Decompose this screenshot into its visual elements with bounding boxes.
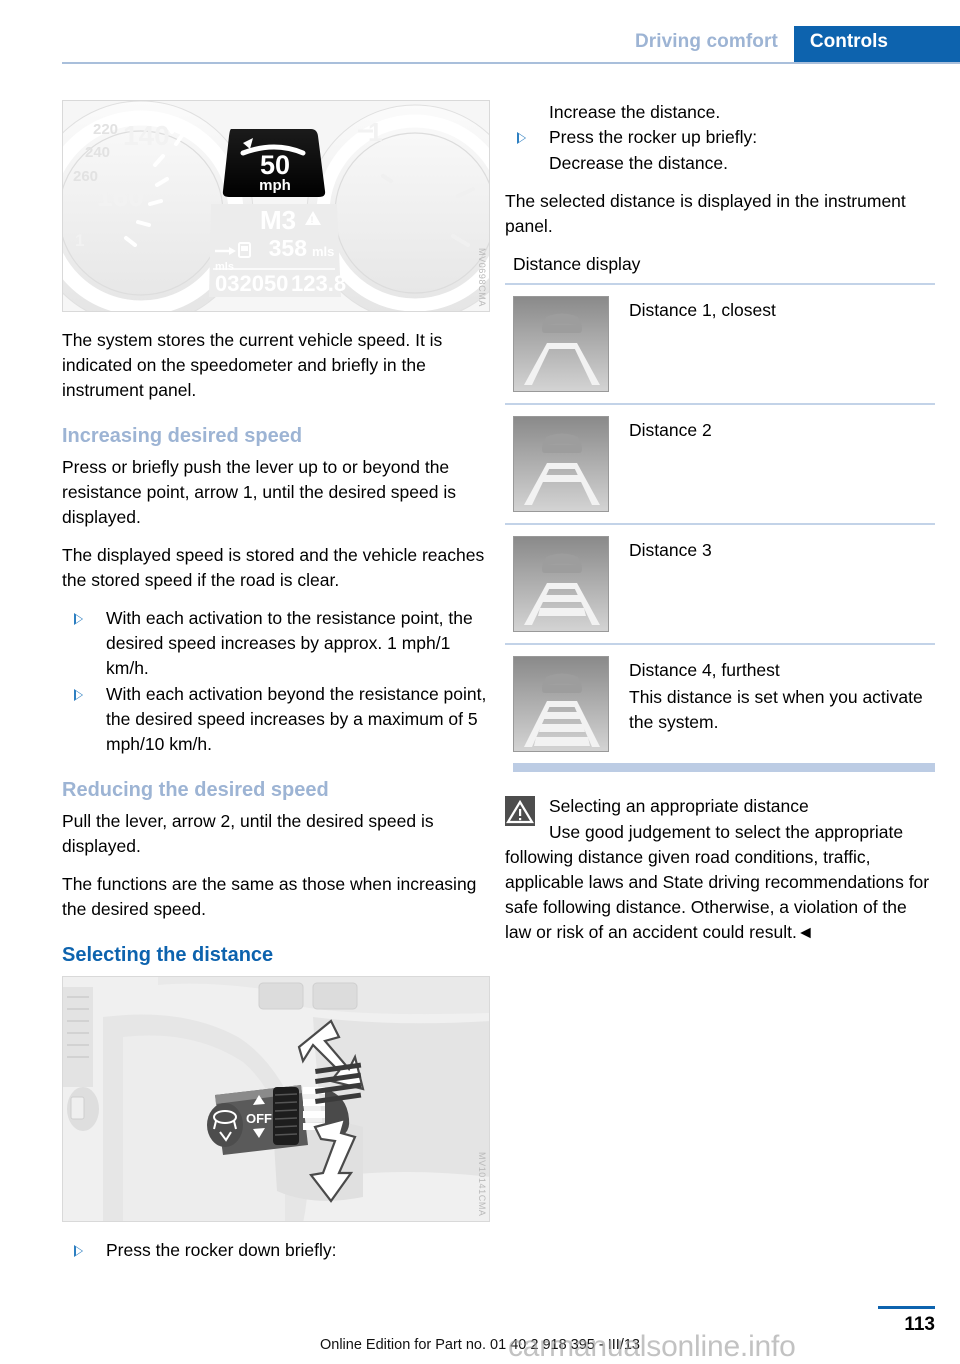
distance-4-note: This distance is set when you activate t… — [629, 687, 923, 732]
header-chapter-label: Driving comfort — [634, 31, 778, 52]
header-breadcrumb: Driving comfort Controls — [619, 26, 960, 62]
steering-lever-figure: OFF MV10141CMA — [62, 976, 490, 1222]
distance-display-caption: Distance display — [513, 254, 641, 274]
svg-text:!: ! — [311, 215, 314, 225]
instrument-cluster-figure: 220 240 260 140 160 1 1 50 mph M3 ! 358 … — [62, 100, 490, 312]
figure-code-cluster: MV0698CMA — [477, 248, 487, 307]
heading-increasing-desired-speed: Increasing desired speed — [62, 425, 303, 447]
list-item-label: Press the rocker down briefly: — [106, 1240, 337, 1260]
bullet-triangle-icon — [74, 689, 83, 701]
bullet-triangle-icon — [517, 132, 526, 144]
list-item: Press the rocker down briefly: — [62, 1238, 492, 1263]
reducing-paragraph-2: The functions are the same as those when… — [62, 874, 477, 919]
svg-text:260: 260 — [73, 168, 98, 185]
svg-text:240: 240 — [85, 144, 110, 161]
distance-1-labels: Distance 1, closest — [609, 296, 776, 325]
distance-2-icon — [513, 416, 609, 512]
rocker-down-bullet-list: Press the rocker down briefly: — [62, 1238, 492, 1263]
distance-road-icon — [514, 537, 608, 631]
distance-2-label: Distance 2 — [629, 420, 712, 440]
svg-text:M3: M3 — [260, 205, 296, 235]
distance-3-icon — [513, 536, 609, 632]
warning-triangle-icon — [505, 796, 535, 826]
reducing-paragraph-1: Pull the lever, arrow 2, until the desir… — [62, 811, 434, 856]
svg-text:358: 358 — [269, 235, 308, 261]
site-watermark: carmanualsonline.info — [508, 1330, 796, 1363]
table-row: Distance 4, furthest This distance is se… — [505, 643, 935, 763]
distance-4-label: Distance 4, furthest — [629, 660, 780, 680]
svg-text:OFF: OFF — [246, 1111, 272, 1126]
header-section-label: Controls — [793, 26, 960, 62]
list-item: With each activation beyond the resistan… — [62, 682, 492, 757]
warning-title: Selecting an appropriate distance — [549, 796, 809, 816]
warning-body: Use good judgement to select the appropr… — [505, 822, 930, 942]
intro-paragraph: The system stores the current vehicle sp… — [62, 330, 443, 400]
svg-text:032050: 032050 — [215, 271, 288, 296]
rocker-down-result: Increase the distance. — [549, 102, 721, 122]
rocker-up-bullet-list: Press the rocker up briefly: — [505, 125, 935, 150]
footer-page-rule — [878, 1306, 935, 1309]
heading-reducing-desired-speed: Reducing the desired speed — [62, 779, 329, 801]
svg-text:160: 160 — [97, 181, 144, 212]
page-number: 113 — [904, 1314, 935, 1335]
distance-3-label: Distance 3 — [629, 540, 712, 560]
distance-road-icon — [514, 657, 608, 751]
page-header: Driving comfort Controls — [0, 0, 960, 62]
rocker-up-result: Decrease the distance. — [549, 153, 728, 173]
distance-3-labels: Distance 3 — [609, 536, 712, 565]
svg-text:50: 50 — [260, 150, 290, 180]
list-item: Press the rocker up briefly: — [505, 125, 935, 150]
steering-lever-illustration: OFF — [63, 977, 489, 1221]
distance-1-label: Distance 1, closest — [629, 300, 776, 320]
left-column: 220 240 260 140 160 1 1 50 mph M3 ! 358 … — [62, 100, 492, 1276]
increasing-paragraph-1: Press or briefly push the lever up to or… — [62, 457, 456, 527]
table-row: Distance 1, closest — [505, 283, 935, 403]
figure-code-lever: MV10141CMA — [477, 1152, 487, 1217]
list-item-label: Press the rocker up briefly: — [549, 127, 758, 147]
increasing-bullet-list: With each activation to the resistance p… — [62, 606, 492, 757]
distance-display-table: Distance 1, closest Distance 2 Distance … — [505, 283, 935, 763]
instrument-cluster-illustration: 220 240 260 140 160 1 1 50 mph M3 ! 358 … — [63, 101, 489, 311]
svg-text:123.8: 123.8 — [291, 271, 346, 296]
distance-road-icon — [514, 297, 608, 391]
distance-1-icon — [513, 296, 609, 392]
right-column: Increase the distance. Press the rocker … — [505, 100, 935, 945]
warning-box: Selecting an appropriate distance Use go… — [505, 794, 935, 945]
svg-text:140: 140 — [123, 120, 170, 151]
svg-text:mls: mls — [312, 244, 334, 259]
distance-2-labels: Distance 2 — [609, 416, 712, 445]
header-divider — [62, 62, 960, 64]
distance-4-icon — [513, 656, 609, 752]
svg-text:1: 1 — [75, 231, 84, 250]
bullet-triangle-icon — [74, 1245, 83, 1257]
table-end-divider — [513, 763, 935, 772]
list-item: With each activation to the resistance p… — [62, 606, 492, 681]
bullet-triangle-icon — [74, 613, 83, 625]
svg-text:220: 220 — [93, 121, 118, 138]
distance-road-icon — [514, 417, 608, 511]
table-row: Distance 2 — [505, 403, 935, 523]
heading-selecting-the-distance: Selecting the distance — [62, 944, 274, 966]
selected-distance-paragraph: The selected distance is displayed in th… — [505, 191, 906, 236]
list-item-label: With each activation to the resistance p… — [106, 608, 473, 678]
distance-4-labels: Distance 4, furthest This distance is se… — [609, 656, 935, 737]
table-row: Distance 3 — [505, 523, 935, 643]
increasing-paragraph-2: The displayed speed is stored and the ve… — [62, 545, 485, 590]
footer-edition-text: Online Edition for Part no. 01 40 2 918 … — [319, 1337, 640, 1353]
list-item-label: With each activation beyond the resistan… — [106, 684, 487, 754]
svg-text:mph: mph — [259, 177, 291, 194]
